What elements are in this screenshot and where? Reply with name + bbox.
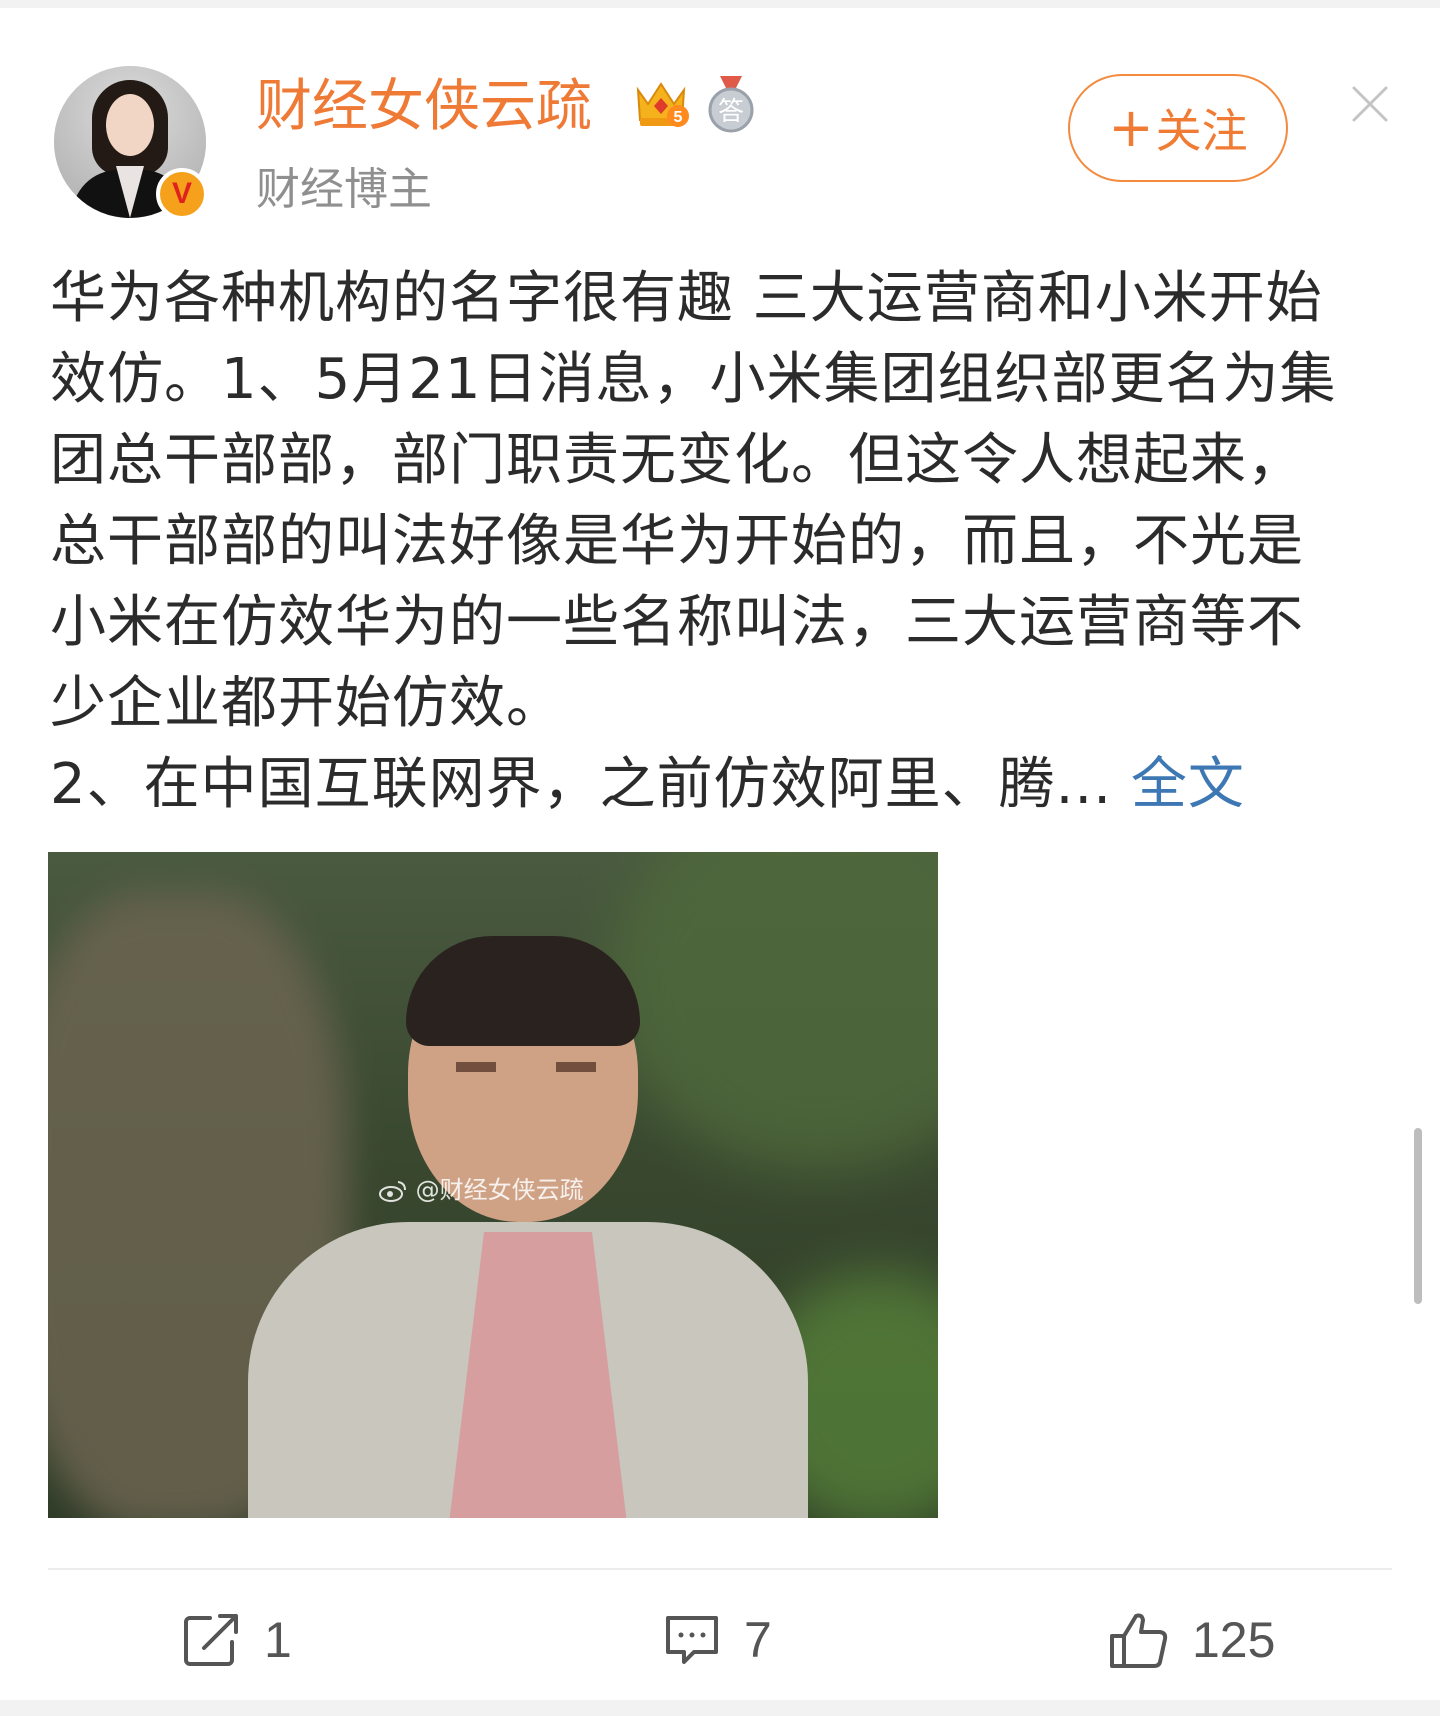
comment-icon — [666, 1616, 718, 1664]
like-icon — [1110, 1613, 1168, 1668]
plus-icon: + — [1108, 96, 1154, 159]
close-icon[interactable] — [1350, 84, 1390, 124]
medal-badge-icon: 答 — [708, 76, 754, 133]
weibo-logo-icon — [379, 1181, 406, 1202]
repost-icon — [184, 1614, 238, 1666]
post-text-last-line: 2、在中国互联网界，之前仿效阿里、腾... 全文 — [50, 744, 1396, 825]
scrollbar[interactable] — [1414, 1128, 1422, 1304]
verified-v-icon: V — [156, 168, 208, 220]
post-image[interactable]: @财经女侠云疏 — [48, 852, 938, 1518]
image-watermark: @财经女侠云疏 — [378, 1170, 584, 1205]
crown-level-text: 5 — [674, 109, 683, 126]
post-text-line: 团总干部部，部门职责无变化。但这令人想起来， — [50, 428, 1304, 493]
user-subtitle: 财经博主 — [256, 164, 432, 215]
post-text-truncated: 2、在中国互联网界，之前仿效阿里、腾... — [50, 752, 1113, 817]
post-text-line: 少企业都开始仿效。 — [50, 671, 563, 736]
post-text-line: 小米在仿效华为的一些名称叫法，三大运营商等不 — [50, 590, 1304, 655]
bottom-strip — [0, 1700, 1440, 1716]
crown-badge-icon: 5 — [636, 82, 689, 127]
post-text: 华为各种机构的名字很有趣 三大运营商和小米开始 效仿。1、5月21日消息，小米集… — [50, 258, 1396, 825]
medal-label-text: 答 — [718, 97, 744, 127]
watermark-text: @财经女侠云疏 — [415, 1176, 584, 1204]
repost-button[interactable]: 1 — [182, 1604, 292, 1676]
post-text-line: 华为各种机构的名字很有趣 三大运营商和小米开始 — [50, 266, 1323, 331]
divider — [48, 1568, 1392, 1570]
post-text-line: 总干部部的叫法好像是华为开始的，而且，不光是 — [50, 509, 1304, 574]
like-button[interactable]: 125 — [1108, 1604, 1275, 1676]
full-text-link[interactable]: 全文 — [1131, 752, 1245, 817]
username[interactable]: 财经女侠云疏 — [256, 72, 592, 142]
comment-button[interactable]: 7 — [662, 1604, 772, 1676]
top-strip — [0, 0, 1440, 8]
post-text-line: 效仿。1、5月21日消息，小米集团组织部更名为集 — [50, 347, 1337, 412]
repost-count: 1 — [264, 1612, 292, 1668]
follow-button[interactable]: + 关注 — [1068, 74, 1288, 182]
follow-label: 关注 — [1155, 104, 1248, 158]
like-count: 125 — [1192, 1612, 1276, 1668]
comment-count: 7 — [744, 1612, 772, 1668]
